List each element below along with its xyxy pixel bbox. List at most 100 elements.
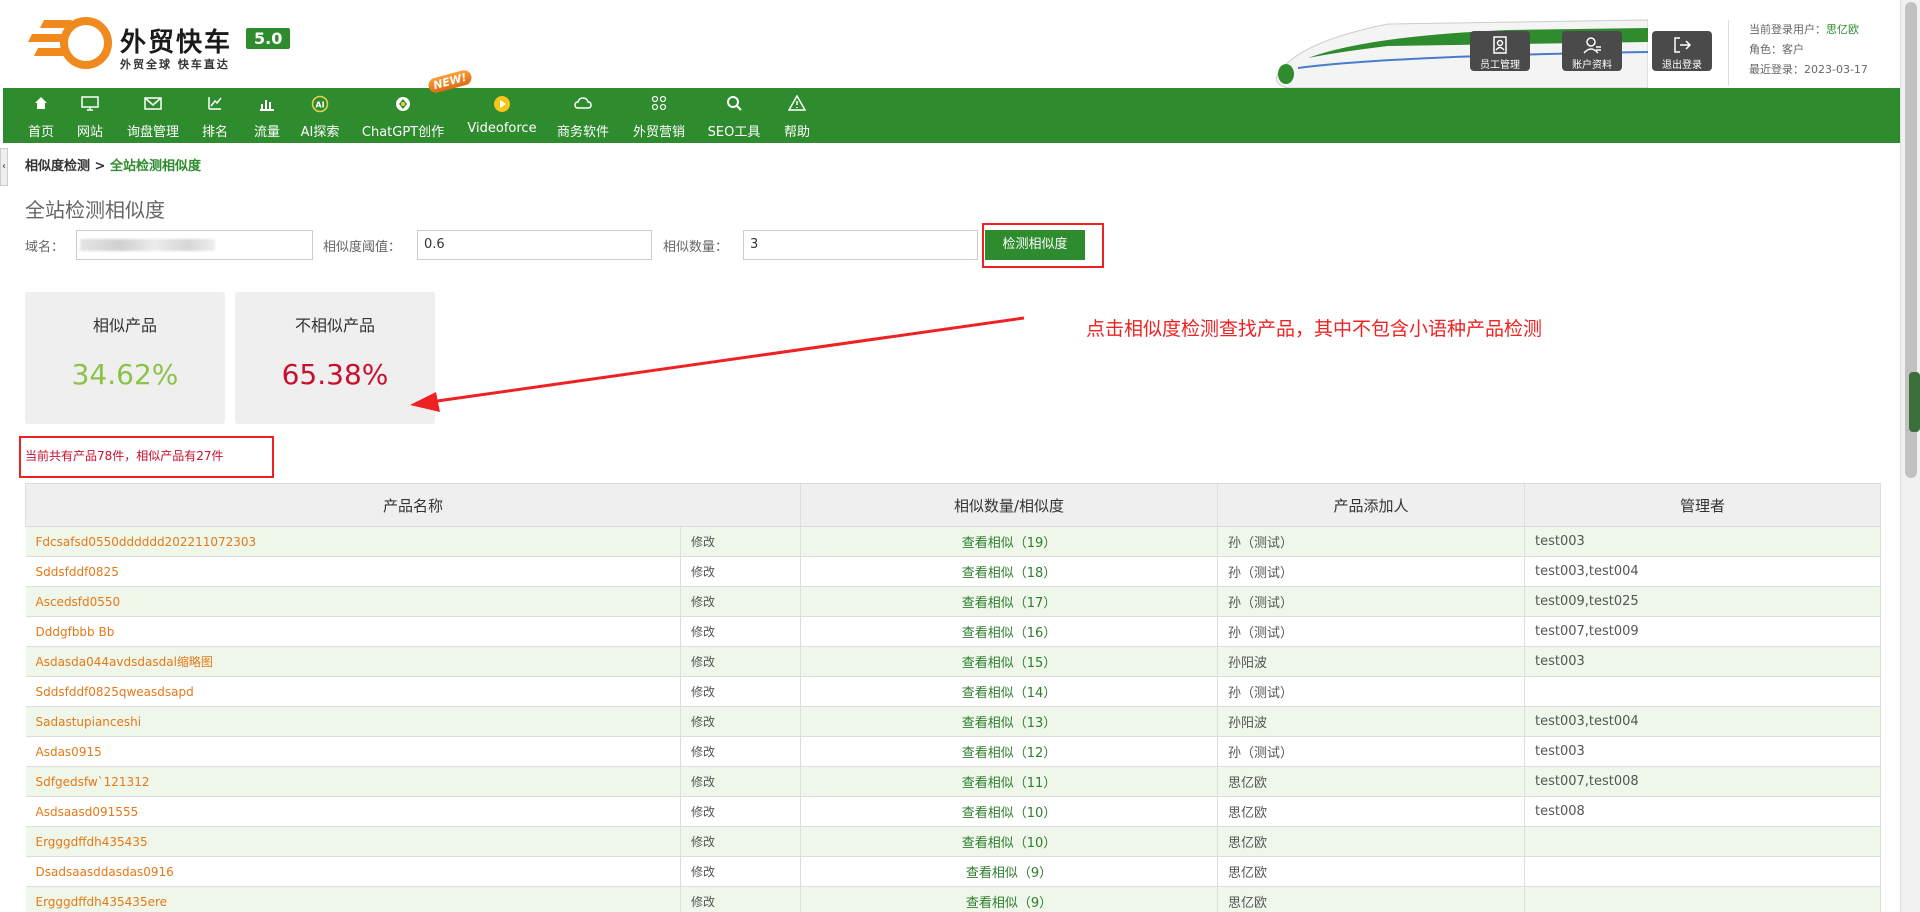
sidebar-collapse-toggle[interactable]: ‹ [0, 148, 8, 186]
edit-link[interactable]: 修改 [680, 586, 801, 617]
edit-link[interactable]: 修改 [680, 826, 801, 857]
product-name-link[interactable]: Asdas0915 [25, 736, 681, 767]
account-info-label: 账户资料 [1572, 60, 1612, 71]
nav-item-videoforce[interactable]: Videoforce [467, 88, 537, 143]
edit-link[interactable]: 修改 [680, 706, 801, 737]
cloud-icon [574, 97, 592, 109]
col-header-similarity: 相似数量/相似度 [800, 483, 1218, 527]
view-similar-link[interactable]: 查看相似（9） [800, 886, 1218, 912]
side-handle-icon[interactable] [1909, 372, 1920, 432]
nav-item-traffic[interactable]: 流量 [250, 88, 284, 143]
edit-link[interactable]: 修改 [680, 766, 801, 797]
nav-item-business-software[interactable]: 商务软件 [553, 88, 613, 143]
view-similar-link[interactable]: 查看相似（15） [800, 646, 1218, 677]
similar-products-label: 相似产品 [92, 316, 157, 335]
product-name-link[interactable]: Dddgfbbb Bb [25, 616, 681, 647]
edit-link[interactable]: 修改 [680, 856, 801, 887]
view-similar-link[interactable]: 查看相似（13） [800, 706, 1218, 737]
edit-link[interactable]: 修改 [680, 676, 801, 707]
nav-item-home[interactable]: 首页 [23, 88, 59, 143]
nav-label: 流量 [253, 125, 280, 140]
role-line: 角色：客户 [1749, 40, 1896, 60]
edit-link[interactable]: 修改 [680, 646, 801, 677]
table-row: Ergggdffdh435435ere 修改 查看相似（9） 思亿欧 [25, 886, 1881, 912]
product-name-link[interactable]: Fdcsafsd0550dddddd202211072303 [25, 526, 681, 557]
adder-cell: 思亿欧 [1217, 766, 1525, 797]
last-login-value: 2023-03-17 [1804, 63, 1868, 76]
view-similar-link[interactable]: 查看相似（11） [800, 766, 1218, 797]
view-similar-link[interactable]: 查看相似（9） [800, 856, 1218, 887]
page-scrollbar[interactable] [1900, 0, 1920, 912]
edit-link[interactable]: 修改 [680, 736, 801, 767]
threshold-label: 相似度阈值： [323, 240, 402, 255]
count-input[interactable]: 3 [743, 230, 978, 260]
warning-icon [788, 95, 806, 111]
adder-cell: 孙（测试） [1217, 676, 1525, 707]
product-name-link[interactable]: Ascedsfd0550 [25, 586, 681, 617]
nav-label: 排名 [201, 125, 228, 140]
nav-label: 询盘管理 [126, 125, 179, 140]
view-similar-link[interactable]: 查看相似（12） [800, 736, 1218, 767]
dissimilar-products-card: 不相似产品 65.38% [235, 292, 435, 424]
product-name-link[interactable]: Sadastupianceshi [25, 706, 681, 737]
logout-button[interactable]: 退出登录 [1652, 31, 1712, 71]
product-name-link[interactable]: Ergggdffdh435435ere [25, 886, 681, 912]
view-similar-link[interactable]: 查看相似（16） [800, 616, 1218, 647]
nav-label: AI探索 [300, 125, 340, 140]
threshold-input[interactable]: 0.6 [417, 230, 652, 260]
bar-chart-icon [260, 100, 274, 111]
monitor-icon [81, 96, 99, 111]
nav-item-ranking[interactable]: 排名 [198, 88, 232, 143]
view-similar-link[interactable]: 查看相似（18） [800, 556, 1218, 587]
manager-cell [1524, 676, 1881, 707]
product-name-link[interactable]: Asdasda044avdsdasdal缩略图 [25, 646, 681, 677]
nav-item-marketing[interactable]: 外贸营销 [629, 88, 689, 143]
current-user-label: 当前登录用户： [1749, 23, 1826, 36]
nav-item-ai[interactable]: AI AI探索 [299, 88, 341, 143]
breadcrumb-parent[interactable]: 相似度检测 [25, 159, 90, 174]
role-label: 角色： [1749, 43, 1782, 56]
product-name-link[interactable]: Dsadsaasddasdas0916 [25, 856, 681, 887]
edit-link[interactable]: 修改 [680, 556, 801, 587]
manager-cell [1524, 886, 1881, 912]
edit-link[interactable]: 修改 [680, 616, 801, 647]
view-similar-link[interactable]: 查看相似（19） [800, 526, 1218, 557]
similar-products-value: 34.62% [71, 358, 179, 391]
nav-item-website[interactable]: 网站 [74, 88, 106, 143]
detect-similarity-button[interactable]: 检测相似度 [985, 230, 1085, 260]
adder-cell: 思亿欧 [1217, 826, 1525, 857]
edit-link[interactable]: 修改 [680, 526, 801, 557]
nav-item-seo-tools[interactable]: SEO工具 [704, 88, 764, 143]
view-similar-link[interactable]: 查看相似（17） [800, 586, 1218, 617]
product-name-link[interactable]: Sddsfddf0825 [25, 556, 681, 587]
nav-item-chatgpt[interactable]: ChatGPT创作 [360, 88, 446, 143]
nav-item-inquiry[interactable]: 询盘管理 [123, 88, 183, 143]
manager-cell: test007,test009 [1524, 616, 1881, 647]
view-similar-link[interactable]: 查看相似（10） [800, 826, 1218, 857]
adder-cell: 思亿欧 [1217, 796, 1525, 827]
staff-management-button[interactable]: 员工管理 [1470, 31, 1530, 71]
table-row: Asdas0915 修改 查看相似（12） 孙（测试） test003 [25, 736, 1881, 767]
logo-icon [28, 17, 112, 69]
adder-cell: 孙（测试） [1217, 556, 1525, 587]
nav-item-help[interactable]: 帮助 [780, 88, 814, 143]
view-similar-link[interactable]: 查看相似（10） [800, 796, 1218, 827]
dissimilar-products-value: 65.38% [281, 358, 389, 391]
account-info-button[interactable]: 账户资料 [1562, 31, 1622, 71]
edit-link[interactable]: 修改 [680, 796, 801, 827]
brand-version-badge: 5.0 [246, 28, 291, 49]
edit-link[interactable]: 修改 [680, 886, 801, 912]
table-row: Dsadsaasddasdas0916 修改 查看相似（9） 思亿欧 [25, 856, 1881, 887]
adder-cell: 孙（测试） [1217, 736, 1525, 767]
manager-cell: test008 [1524, 796, 1881, 827]
view-similar-link[interactable]: 查看相似（14） [800, 676, 1218, 707]
product-name-link[interactable]: Ergggdffdh435435 [25, 826, 681, 857]
nav-label: 网站 [76, 125, 103, 140]
table-row: Ergggdffdh435435 修改 查看相似（10） 思亿欧 [25, 826, 1881, 857]
table-row: Asdsaasd091555 修改 查看相似（10） 思亿欧 test008 [25, 796, 1881, 827]
product-name-link[interactable]: Sddsfddf0825qweasdsapd [25, 676, 681, 707]
product-name-link[interactable]: Sdfgedsfw`121312 [25, 766, 681, 797]
product-name-link[interactable]: Asdsaasd091555 [25, 796, 681, 827]
table-row: Fdcsafsd0550dddddd202211072303 修改 查看相似（19）… [25, 526, 1881, 557]
dissimilar-products-label: 不相似产品 [294, 316, 375, 335]
